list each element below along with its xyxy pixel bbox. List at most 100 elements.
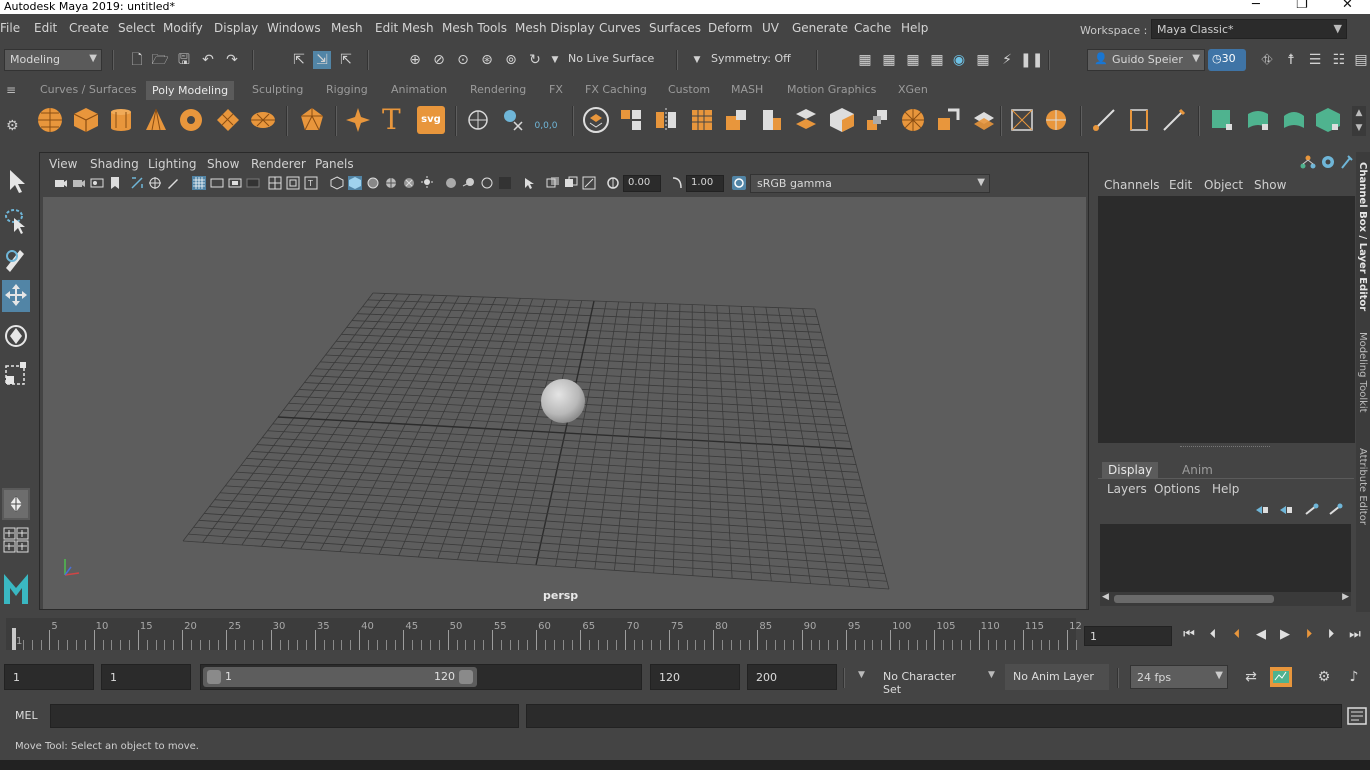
shadows-icon[interactable] [420, 176, 434, 190]
cb-menu-show[interactable]: Show [1254, 178, 1286, 192]
tab-attribute-editor[interactable]: Attribute Editor [1357, 448, 1368, 525]
tab-display[interactable]: Display [1102, 462, 1159, 478]
view-transform-icon[interactable] [732, 176, 746, 190]
cb-menu-edit[interactable]: Edit [1169, 178, 1192, 192]
xray-icon[interactable] [546, 176, 560, 190]
maximize-button[interactable]: ❐ [1296, 0, 1308, 12]
human-ik-toggle-icon[interactable]: ☨ [1282, 51, 1300, 69]
bridge-edge-icon[interactable] [863, 106, 891, 134]
modeling-toolkit-toggle-icon[interactable]: ⛗ [1258, 51, 1276, 69]
wireframe-on-shaded-icon[interactable] [366, 176, 380, 190]
panel-menu-lighting[interactable]: Lighting [148, 157, 197, 171]
target-weld-icon[interactable] [1090, 106, 1118, 134]
grease-pencil-icon[interactable] [166, 176, 180, 190]
menu-generate[interactable]: Generate [792, 21, 848, 35]
time-slider-track[interactable]: 1 5 10 15 20 25 30 35 40 45 50 55 60 65 70 75 80 85 90 95 10… [6, 618, 1082, 650]
pin-icon[interactable] [1340, 154, 1354, 170]
tool-settings-toggle-icon[interactable]: ☷ [1330, 51, 1348, 69]
menu-windows[interactable]: Windows [267, 21, 321, 35]
poly-platonic-icon[interactable] [298, 106, 326, 134]
horizontal-scrollbar[interactable]: ◀ ▶ [1100, 592, 1351, 606]
gamma-icon[interactable] [670, 176, 684, 190]
camera-attributes-icon[interactable] [54, 176, 68, 190]
poly-cone-icon[interactable] [142, 106, 170, 134]
move-layer-down-icon[interactable] [1278, 502, 1294, 518]
exposure-field[interactable]: 0.00 [623, 175, 661, 192]
tab-fx-caching[interactable]: FX Caching [585, 83, 647, 96]
range-slider-handle[interactable]: 1 120 [203, 667, 477, 687]
auto-key-icon[interactable] [1269, 666, 1293, 688]
film-gate-toggle-icon[interactable] [210, 176, 224, 190]
shelf-scroll-buttons[interactable]: ▲ ▼ [1352, 106, 1366, 136]
panel-menu-renderer[interactable]: Renderer [251, 157, 306, 171]
panel-menu-panels[interactable]: Panels [315, 157, 354, 171]
pause-render-icon[interactable]: ❚❚ [1020, 51, 1043, 69]
paint-select-tool-icon[interactable] [2, 242, 30, 274]
smooth-shade-icon[interactable] [348, 176, 362, 190]
tab-animation[interactable]: Animation [391, 83, 447, 96]
current-frame-field[interactable]: 1 [1084, 626, 1172, 646]
chevron-down-icon[interactable]: ▼ [858, 670, 865, 680]
poly-count-readout[interactable]: 0,0,0 [532, 106, 560, 134]
symmetry-field[interactable]: Symmetry: Off [706, 49, 806, 71]
render-setup-icon[interactable]: ▦ [974, 51, 992, 69]
hierarchy-icon[interactable] [1300, 154, 1316, 170]
current-time-indicator[interactable] [12, 628, 16, 650]
ipr-render-icon[interactable]: ▦ [904, 51, 922, 69]
chevron-down-icon[interactable]: ▼ [546, 51, 564, 69]
range-start-knob[interactable] [207, 670, 221, 684]
poly-disc-icon[interactable] [249, 106, 277, 134]
perspective-viewport[interactable]: persp [43, 197, 1086, 609]
rotate-tool-icon[interactable] [2, 320, 30, 352]
animation-start-field[interactable]: 1 [4, 664, 94, 690]
scroll-left-icon[interactable]: ◀ [1102, 592, 1109, 602]
chevron-down-icon[interactable]: ▼ [988, 670, 995, 680]
mel-input[interactable] [50, 704, 519, 728]
subscription-badge[interactable]: ◷30 [1208, 49, 1246, 71]
layer-menu-layers[interactable]: Layers [1107, 482, 1147, 496]
type-tool-icon[interactable]: T [382, 106, 410, 134]
fps-dropdown[interactable]: 24 fps ▼ [1130, 665, 1228, 689]
textured-icon[interactable] [384, 176, 398, 190]
snap-grid-icon[interactable]: ⊕ [406, 51, 424, 69]
scale-tool-icon[interactable] [2, 358, 30, 390]
menu-file[interactable]: File [0, 21, 20, 35]
open-scene-icon[interactable]: 🗁 [151, 51, 169, 69]
shelf-menu-icon[interactable]: ≡ [6, 83, 16, 97]
motion-blur-icon[interactable] [462, 176, 476, 190]
loop-icon[interactable]: ⇄ [1242, 668, 1260, 686]
anti-aliasing-icon[interactable] [480, 176, 494, 190]
mesh-cleanup-icon[interactable] [464, 106, 492, 134]
script-editor-icon[interactable] [1347, 706, 1367, 726]
connect-icon[interactable] [1125, 106, 1153, 134]
sound-icon[interactable]: ♪ [1345, 668, 1363, 686]
new-scene-icon[interactable]: 🗋 [128, 51, 146, 69]
multi-cut-icon[interactable] [1042, 106, 1070, 134]
tab-rendering[interactable]: Rendering [470, 83, 526, 96]
new-empty-layer-icon[interactable] [1304, 502, 1320, 518]
animation-preferences-icon[interactable]: ⚙ [1315, 668, 1333, 686]
render-frame-icon[interactable]: ▦ [880, 51, 898, 69]
smooth-icon[interactable] [688, 106, 716, 134]
time-slider[interactable]: 1 5 10 15 20 25 30 35 40 45 50 55 60 65 70 75 80 85 90 95 10… [0, 614, 1082, 654]
playback-end-field[interactable]: 120 [650, 664, 740, 690]
layer-menu-options[interactable]: Options [1154, 482, 1200, 496]
exposure-icon[interactable] [606, 176, 620, 190]
cb-menu-channels[interactable]: Channels [1104, 178, 1160, 192]
menu-modify[interactable]: Modify [163, 21, 203, 35]
panel-menu-shading[interactable]: Shading [90, 157, 139, 171]
step-forward-key-icon[interactable]: ⏵ [1300, 626, 1318, 644]
range-end-knob[interactable] [459, 670, 473, 684]
channel-box-settings-icon[interactable] [1320, 154, 1336, 170]
snap-surface-icon[interactable]: ⊚ [502, 51, 520, 69]
tab-channel-box-layer-editor[interactable]: Channel Box / Layer Editor [1357, 162, 1368, 311]
anim-layer-field[interactable]: No Anim Layer [1005, 664, 1109, 690]
poly-sphere-icon[interactable] [36, 106, 64, 134]
combine-icon[interactable] [582, 106, 610, 134]
tab-rigging[interactable]: Rigging [326, 83, 368, 96]
minimize-button[interactable]: ─ [1252, 0, 1260, 12]
xray-components-icon[interactable] [582, 176, 596, 190]
use-all-lights-icon[interactable] [402, 176, 416, 190]
mel-label[interactable]: MEL [15, 709, 38, 722]
menu-display[interactable]: Display [214, 21, 258, 35]
